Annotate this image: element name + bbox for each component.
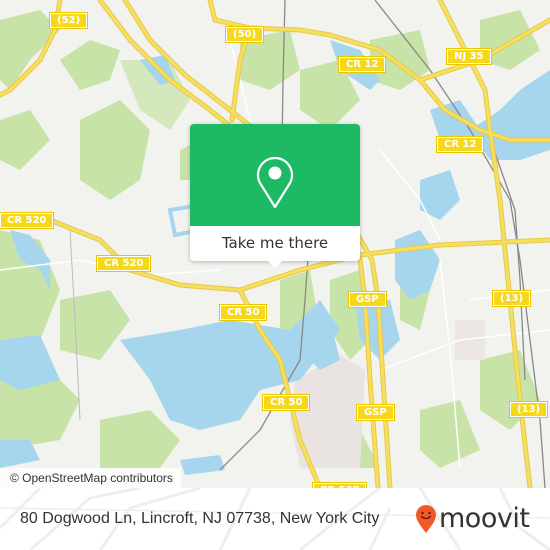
road-label-cr520: CR 520 <box>0 212 55 229</box>
road-label-gsp: GSP <box>348 291 387 308</box>
map-attribution[interactable]: © OpenStreetMap contributors <box>0 468 181 488</box>
road-label-gsp: GSP <box>356 404 395 421</box>
road-label-cr12: CR 12 <box>337 56 387 73</box>
moovit-logo[interactable]: moovit <box>415 502 530 536</box>
location-popup: Take me there <box>190 124 360 268</box>
moovit-smiley-pin-icon <box>416 505 436 533</box>
destination-address: 80 Dogwood Ln, Lincroft, NJ 07738, New Y… <box>20 510 380 527</box>
road-label-13: (13) <box>491 290 532 307</box>
footer-bar: 80 Dogwood Ln, Lincroft, NJ 07738, New Y… <box>0 488 550 550</box>
road-label-cr50: CR 50 <box>218 304 268 321</box>
road-label-52: (52) <box>48 12 89 29</box>
moovit-wordmark: moovit <box>439 503 530 534</box>
map-view[interactable]: (52) (50) CR 12 NJ 35 CR 12 CR 520 CR 52… <box>0 0 550 488</box>
location-pin-icon <box>256 156 294 209</box>
popup-header <box>190 124 360 226</box>
take-me-there-button[interactable]: Take me there <box>190 226 360 261</box>
road-label-13: (13) <box>508 401 549 418</box>
road-label-cr520: CR 520 <box>95 255 152 272</box>
popup-pointer <box>267 260 283 268</box>
road-label-nj35: NJ 35 <box>446 48 492 65</box>
road-label-cr50: CR 50 <box>261 394 311 411</box>
road-label-cr12: CR 12 <box>435 136 485 153</box>
road-label-50: (50) <box>224 26 265 43</box>
